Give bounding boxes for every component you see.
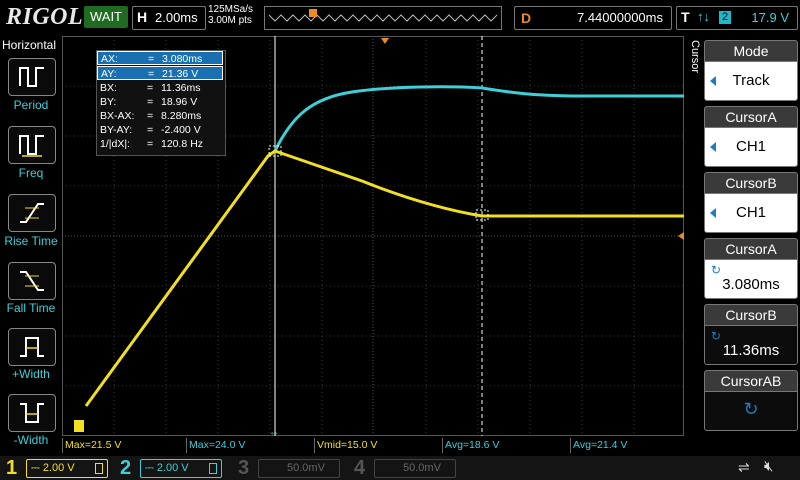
cursor-row-bx: BX: = 11.36ms [100, 82, 201, 94]
mode-softkey[interactable]: Track [704, 61, 798, 101]
rise-time-button[interactable] [8, 194, 56, 232]
mode-header: Mode [704, 40, 798, 61]
ch1-number[interactable]: 1 [6, 457, 17, 480]
ch4-scale-box[interactable]: 50.0mV [374, 459, 456, 478]
delay-value: 7.44000000ms [576, 10, 663, 25]
cursor-row-ax: AX: = 3.080ms [97, 51, 223, 65]
memory-depth: 3.00M pts [208, 15, 252, 26]
period-icon [19, 67, 44, 87]
rise-time-label: Rise Time [4, 234, 58, 248]
cursor-a-source-header: CursorA [704, 106, 798, 127]
negative-width-label: -Width [13, 433, 49, 447]
memory-overview-bar [264, 6, 502, 30]
acquisition-info: 125MSa/s 3.00M pts [208, 4, 253, 26]
ch3-scale-box[interactable]: 50.0mV [258, 459, 340, 478]
ch1-scale-box[interactable]: ⎓ 2.00 V [26, 459, 108, 478]
measurement-3[interactable]: Vmid=15.0 V [314, 438, 443, 453]
cursor-a-source-softkey[interactable]: CH1 [704, 127, 798, 167]
cursor-b-position-header: CursorB [704, 304, 798, 325]
period-label: Period [13, 98, 49, 112]
fall-time-button[interactable] [8, 262, 56, 300]
ch4-scale: 50.0mV [403, 462, 441, 474]
cursor-b-source-value: CH1 [735, 204, 766, 221]
left-menu-title: Horizontal [2, 38, 57, 52]
memory-waveform-preview [268, 9, 498, 22]
cursor-a-position-header: CursorA [704, 238, 798, 259]
cursor-row-ay: AY: = 21.36 V [97, 66, 223, 80]
trigger-box[interactable]: T ↑↓ 2 17.9 V [676, 6, 798, 30]
ch4-number[interactable]: 4 [354, 457, 365, 480]
period-button[interactable] [8, 58, 56, 96]
delay-box[interactable]: D 7.44000000ms [514, 6, 672, 30]
cursor-readout-table: AX: = 3.080ms AY: = 21.36 V BX: = 11.36ms BY: =… [96, 50, 226, 156]
trigger-edge-icon: ↑↓ [697, 9, 710, 24]
cursor-b-source-softkey[interactable]: CH1 [704, 193, 798, 233]
ch2-trace [273, 85, 684, 152]
ch1-ground-marker [74, 420, 84, 432]
ch3-scale: 50.0mV [287, 462, 325, 474]
ch2-scale-box[interactable]: ⎓ 2.00 V [140, 459, 222, 478]
cursor-ab-header: CursorAB [704, 370, 798, 391]
cursor-menu-tab: Cursor [689, 40, 701, 74]
measurement-2[interactable]: Max=24.0 V [186, 438, 315, 453]
timebase-value: 2.00ms [155, 10, 198, 25]
cursor-b-position-softkey[interactable]: ↻ 11.36ms [704, 325, 798, 365]
cursor-b-position-value: 11.36ms [722, 342, 780, 359]
mode-value: Track [732, 72, 770, 89]
freq-label: Freq [18, 166, 44, 180]
measurement-1[interactable]: Max=21.5 V [62, 438, 187, 453]
brand-logo: RIGOL [6, 4, 84, 30]
cursor-row-bx-ax: BX-AX: = 8.280ms [100, 110, 202, 122]
sample-rate: 125MSa/s [208, 4, 254, 15]
cursor-row-by-ay: BY-AY: = -2.400 V [100, 124, 201, 136]
negative-width-button[interactable] [8, 394, 56, 432]
ch1-scale: 2.00 V [42, 462, 75, 474]
ch3-number[interactable]: 3 [238, 457, 249, 480]
cursor-row-by: BY: = 18.96 V [100, 96, 198, 108]
positive-width-button[interactable] [8, 328, 56, 366]
positive-width-label: +Width [12, 367, 50, 381]
ch2-bandwidth-icon [209, 463, 217, 474]
cursor-a-position-value: 3.080ms [722, 276, 780, 293]
cursor-ab-knob-icon: ↻ [743, 399, 759, 419]
cursor-b-source-header: CursorB [704, 172, 798, 193]
measurement-4[interactable]: Avg=18.6 V [442, 438, 571, 453]
horizontal-timebase-box[interactable]: H 2.00ms [132, 6, 206, 30]
rise-time-icon [20, 203, 44, 223]
delay-key: D [521, 10, 532, 26]
trigger-source: 2 [719, 11, 731, 24]
freq-button[interactable] [8, 126, 56, 164]
cursor-ab-softkey[interactable]: ↻ [704, 391, 798, 431]
ch1-bandwidth-icon [95, 463, 103, 474]
positive-width-icon [20, 337, 44, 357]
trigger-level: 17.9 V [751, 10, 789, 25]
cursor-a-position-softkey[interactable]: ↻ 3.080ms [704, 259, 798, 299]
measurement-5[interactable]: Avg=21.4 V [570, 438, 685, 453]
ch2-coupling-icon: ⎓ [145, 462, 157, 474]
usb-icon: ⇌ [738, 459, 750, 475]
fall-time-label: Fall Time [6, 301, 56, 315]
ch1-coupling-icon: ⎓ [31, 462, 43, 474]
trigger-position-marker [309, 9, 317, 17]
ch2-number[interactable]: 2 [120, 457, 131, 480]
ch1-trace [84, 149, 684, 407]
fall-time-icon [20, 271, 44, 291]
run-status-badge: WAIT [84, 6, 128, 28]
knob-icon: ↻ [711, 329, 722, 343]
trigger-key: T [681, 9, 690, 25]
negative-width-icon [20, 403, 44, 423]
knob-icon: ↻ [711, 263, 722, 277]
cursor-row-inv-dx: 1/|dX|: = 120.8 Hz [100, 138, 204, 150]
ch2-scale: 2.00 V [156, 462, 189, 474]
horizontal-key: H [137, 9, 148, 25]
cursor-a-source-value: CH1 [735, 138, 766, 155]
speaker-mute-icon[interactable]: 🔇︎ [764, 458, 773, 475]
cursor-a-bottom-marker: ↔ [269, 427, 279, 436]
freq-icon [19, 135, 44, 157]
trigger-position-arrow [381, 38, 389, 44]
